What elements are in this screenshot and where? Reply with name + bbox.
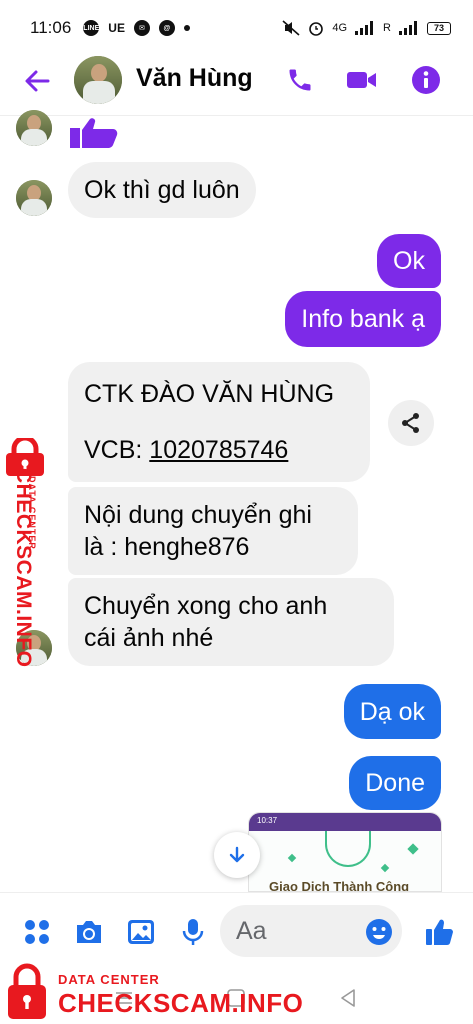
sender-avatar[interactable]	[16, 180, 52, 216]
sender-avatar[interactable]	[16, 110, 52, 146]
side-watermark: DATA CENTER CHECKSCAM.INFO	[0, 438, 52, 668]
message-text: là : henghe876	[84, 533, 250, 561]
alarm-icon	[309, 22, 324, 36]
roaming-label: R	[383, 22, 391, 34]
status-time: 11:06	[30, 18, 72, 37]
status-bar: 11:06 LINE UE ✉ @ 4G R 73	[0, 0, 473, 56]
status-right: 4G R 73	[282, 20, 451, 36]
back-nav-icon[interactable]	[336, 986, 360, 1010]
share-icon	[402, 413, 419, 433]
line-app-icon: LINE	[83, 20, 100, 36]
camera-button[interactable]	[74, 917, 104, 947]
scroll-to-bottom-button[interactable]	[214, 832, 260, 878]
watermark-small-text: DATA CENTER	[58, 972, 160, 987]
message-incoming[interactable]: Chuyển xong cho anh cái ảnh nhé	[68, 578, 394, 666]
message-outgoing[interactable]: Done	[349, 756, 441, 810]
message-incoming[interactable]: Ok thì gd luôn	[68, 162, 256, 218]
message-outgoing[interactable]: Ok	[377, 234, 441, 288]
message-text: Chuyển xong cho anh	[84, 592, 328, 620]
apps-button[interactable]	[22, 917, 52, 947]
battery-icon: 73	[427, 21, 451, 35]
watermark-big-text: CHECKSCAM.INFO	[12, 468, 35, 668]
back-arrow-icon[interactable]	[22, 66, 52, 96]
message-text: Ok	[393, 247, 425, 275]
account-number-link[interactable]: 1020785746	[149, 436, 288, 464]
message-outgoing[interactable]: Dạ ok	[343, 684, 441, 739]
decor-diamond-icon	[407, 843, 419, 855]
voice-call-button[interactable]	[284, 64, 316, 96]
microphone-icon	[182, 919, 204, 945]
ue-app-icon: UE	[108, 21, 125, 35]
bank-account-line: VCB: 1020785746	[84, 436, 289, 464]
message-incoming[interactable]: Nội dung chuyển ghi là : henghe876	[68, 487, 358, 575]
emoji-button[interactable]	[364, 917, 394, 947]
notification-dot-icon	[183, 25, 190, 31]
info-button[interactable]	[410, 64, 442, 96]
video-call-button[interactable]	[346, 64, 378, 96]
like-button[interactable]	[424, 917, 454, 947]
share-button[interactable]	[388, 400, 434, 446]
message-text: Dạ ok	[359, 697, 425, 726]
threads-icon: @	[158, 20, 175, 36]
message-text: cái ảnh nhé	[84, 624, 214, 652]
message-text: Info bank ạ	[301, 305, 425, 333]
camera-icon	[77, 921, 101, 943]
video-camera-icon	[347, 72, 376, 88]
chat-header: Văn Hùng	[0, 56, 473, 116]
preview-title: Giao Dịch Thành Công	[269, 879, 410, 892]
message-text: Nội dung chuyển ghi	[84, 501, 312, 529]
voice-message-button[interactable]	[178, 917, 208, 947]
account-holder-text: CTK ĐÀO VĂN HÙNG	[84, 380, 335, 408]
message-outgoing[interactable]: Info bank ạ	[285, 291, 441, 347]
mute-icon	[282, 20, 300, 36]
contact-name[interactable]: Văn Hùng	[136, 64, 253, 93]
network-type: 4G	[332, 22, 348, 34]
signal-icon-2	[399, 21, 417, 35]
gallery-icon	[128, 920, 154, 944]
lock-logo-icon	[8, 963, 46, 1019]
preview-status-bar: 10:37	[249, 813, 441, 831]
message-incoming-bank-info[interactable]: CTK ĐÀO VĂN HÙNG VCB: 1020785746	[68, 362, 370, 482]
info-icon	[412, 66, 440, 94]
emoji-icon	[366, 919, 392, 945]
decor-diamond-icon	[380, 863, 390, 873]
message-text: Ok thì gd luôn	[84, 176, 240, 204]
message-text: Done	[365, 769, 425, 797]
phone-icon	[289, 69, 311, 91]
watermark-big-text: CHECKSCAM.INFO	[58, 988, 304, 1018]
signal-icon	[355, 21, 374, 35]
contact-avatar[interactable]	[74, 56, 122, 104]
success-check-icon	[325, 831, 371, 867]
apps-grid-icon	[25, 920, 49, 944]
like-icon	[426, 919, 453, 945]
bottom-watermark: DATA CENTER CHECKSCAM.INFO	[0, 960, 304, 1024]
messenger-icon: ✉	[133, 20, 150, 36]
decor-diamond-icon	[287, 853, 297, 863]
arrow-down-icon	[229, 846, 245, 863]
image-attachment[interactable]: 10:37 Giao Dịch Thành Công	[248, 812, 442, 892]
gallery-button[interactable]	[126, 917, 156, 947]
thumbs-up-icon	[70, 118, 118, 148]
